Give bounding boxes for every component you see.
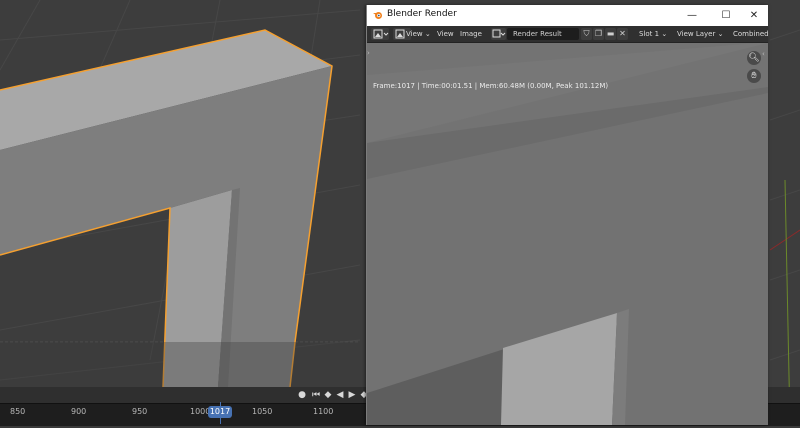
minimize-button[interactable]: — <box>677 5 707 26</box>
view-layer-dropdown[interactable]: View Layer ⌄ <box>677 28 723 40</box>
blender-logo-icon <box>373 12 382 19</box>
slot-dropdown[interactable]: Slot 1 ⌄ <box>639 28 667 40</box>
record-icon[interactable]: ● <box>296 389 308 401</box>
image-editor-header: View ⌄ View Image Render Result ⛉ ❐ ▬ ✕ … <box>367 26 769 43</box>
view-dropdown[interactable]: View ⌄ <box>406 28 431 40</box>
image-menu[interactable]: Image <box>460 28 482 40</box>
copy-icon[interactable]: ❐ <box>593 28 604 40</box>
window-titlebar[interactable]: Blender Render — ☐ ✕ <box>367 5 768 26</box>
view-menu[interactable]: View <box>437 28 454 40</box>
pass-dropdown[interactable]: Combined <box>733 28 769 40</box>
rendered-image <box>367 43 768 425</box>
play-reverse-icon[interactable]: ◀ <box>334 389 346 401</box>
jump-keyframe-back-icon[interactable]: ◆ <box>322 389 334 401</box>
view-dropdown-label: View <box>406 30 423 38</box>
window-title: Blender Render <box>387 9 457 19</box>
maximize-button[interactable]: ☐ <box>711 5 741 26</box>
image-browse-icon <box>492 29 506 38</box>
jump-start-icon[interactable]: ⏮ <box>310 389 322 401</box>
playhead-line[interactable] <box>220 402 221 424</box>
image-editor-icon <box>373 29 389 39</box>
render-result-field[interactable]: Render Result <box>507 28 579 40</box>
tick-label: 1100 <box>313 407 334 416</box>
folder-icon[interactable]: ▬ <box>605 28 616 40</box>
pan-hand-icon[interactable]: ✋︎ <box>747 69 761 83</box>
unlink-icon[interactable]: ✕ <box>617 28 628 40</box>
browse-image-button[interactable] <box>491 28 506 40</box>
play-icon[interactable]: ▶ <box>346 389 358 401</box>
editor-type-button[interactable] <box>371 28 389 40</box>
render-window[interactable]: Blender Render — ☐ ✕ View ⌄ View Image R… <box>366 5 769 425</box>
view-layer-label: View Layer <box>677 30 716 38</box>
tick-label: 1050 <box>252 407 273 416</box>
zoom-icon[interactable]: 🔍︎ <box>747 51 761 65</box>
slot-label: Slot 1 <box>639 30 660 38</box>
tick-label: 950 <box>132 407 148 416</box>
sidebar-toggle-icon[interactable]: ‹ <box>762 50 765 58</box>
tick-label: 900 <box>71 407 87 416</box>
render-result-canvas[interactable]: Frame:1017 | Time:00:01.51 | Mem:60.48M … <box>367 43 768 425</box>
render-info-text: Frame:1017 | Time:00:01.51 | Mem:60.48M … <box>373 82 609 90</box>
shield-icon[interactable]: ⛉ <box>581 28 592 40</box>
toolbar-toggle-icon[interactable]: › <box>367 49 370 57</box>
close-button[interactable]: ✕ <box>739 5 769 26</box>
tick-label: 850 <box>10 407 26 416</box>
